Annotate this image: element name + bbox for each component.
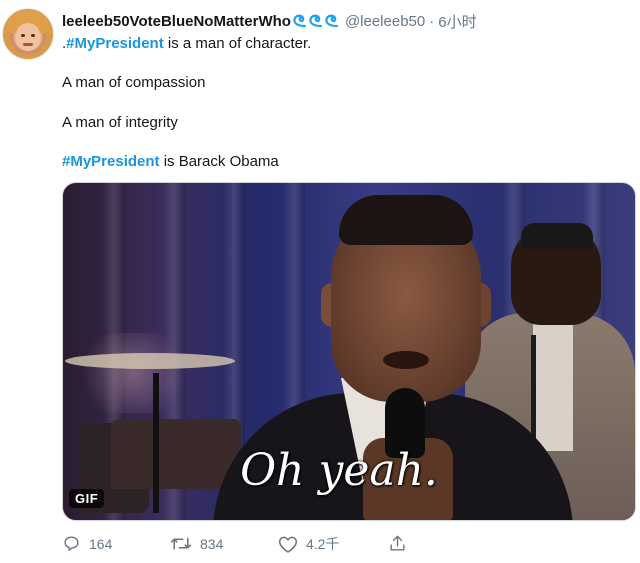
tweet-text-line: A man of integrity	[62, 114, 178, 131]
tweet-header: leeleeb50VoteBlueNoMatterWho @leeleeb50 …	[62, 10, 477, 32]
text-segment: is Barack Obama	[159, 153, 279, 170]
separator-dot: ·	[429, 12, 435, 30]
text-segment: is a man of character.	[163, 35, 312, 52]
hashtag-link[interactable]: #MyPresident	[66, 35, 164, 52]
like-button[interactable]: 4.2千	[278, 534, 339, 554]
gif-badge: GIF	[69, 489, 105, 508]
avatar[interactable]	[2, 8, 54, 60]
wave-icon	[308, 14, 323, 29]
hashtag-link[interactable]: #MyPresident	[62, 153, 160, 170]
tweet-actions: 164 834 4.2千	[62, 534, 622, 558]
heart-icon	[278, 535, 298, 554]
share-button[interactable]	[388, 534, 407, 553]
retweet-icon	[170, 534, 192, 553]
retweet-count: 834	[200, 535, 224, 552]
wave-icon	[292, 14, 307, 29]
wave-icon	[324, 14, 339, 29]
like-count: 4.2千	[306, 536, 340, 552]
gif-media[interactable]: Oh yeah. GIF	[62, 182, 636, 521]
reply-button[interactable]: 164	[62, 534, 112, 553]
tweet-text-line: .#MyPresident is a man of character.	[62, 34, 311, 54]
reply-count: 164	[89, 535, 113, 552]
tweet-text-line: #MyPresident is Barack Obama	[62, 152, 279, 172]
share-icon	[388, 534, 407, 553]
timestamp[interactable]: 6小时	[438, 11, 476, 32]
tweet-text-line: A man of compassion	[62, 74, 206, 91]
tweet[interactable]: leeleeb50VoteBlueNoMatterWho @leeleeb50 …	[0, 0, 640, 563]
reply-icon	[62, 534, 81, 553]
display-name[interactable]: leeleeb50VoteBlueNoMatterWho	[62, 13, 291, 30]
handle[interactable]: @leeleeb50	[345, 13, 425, 30]
retweet-button[interactable]: 834	[170, 534, 223, 553]
gif-caption: Oh yeah.	[240, 445, 438, 496]
